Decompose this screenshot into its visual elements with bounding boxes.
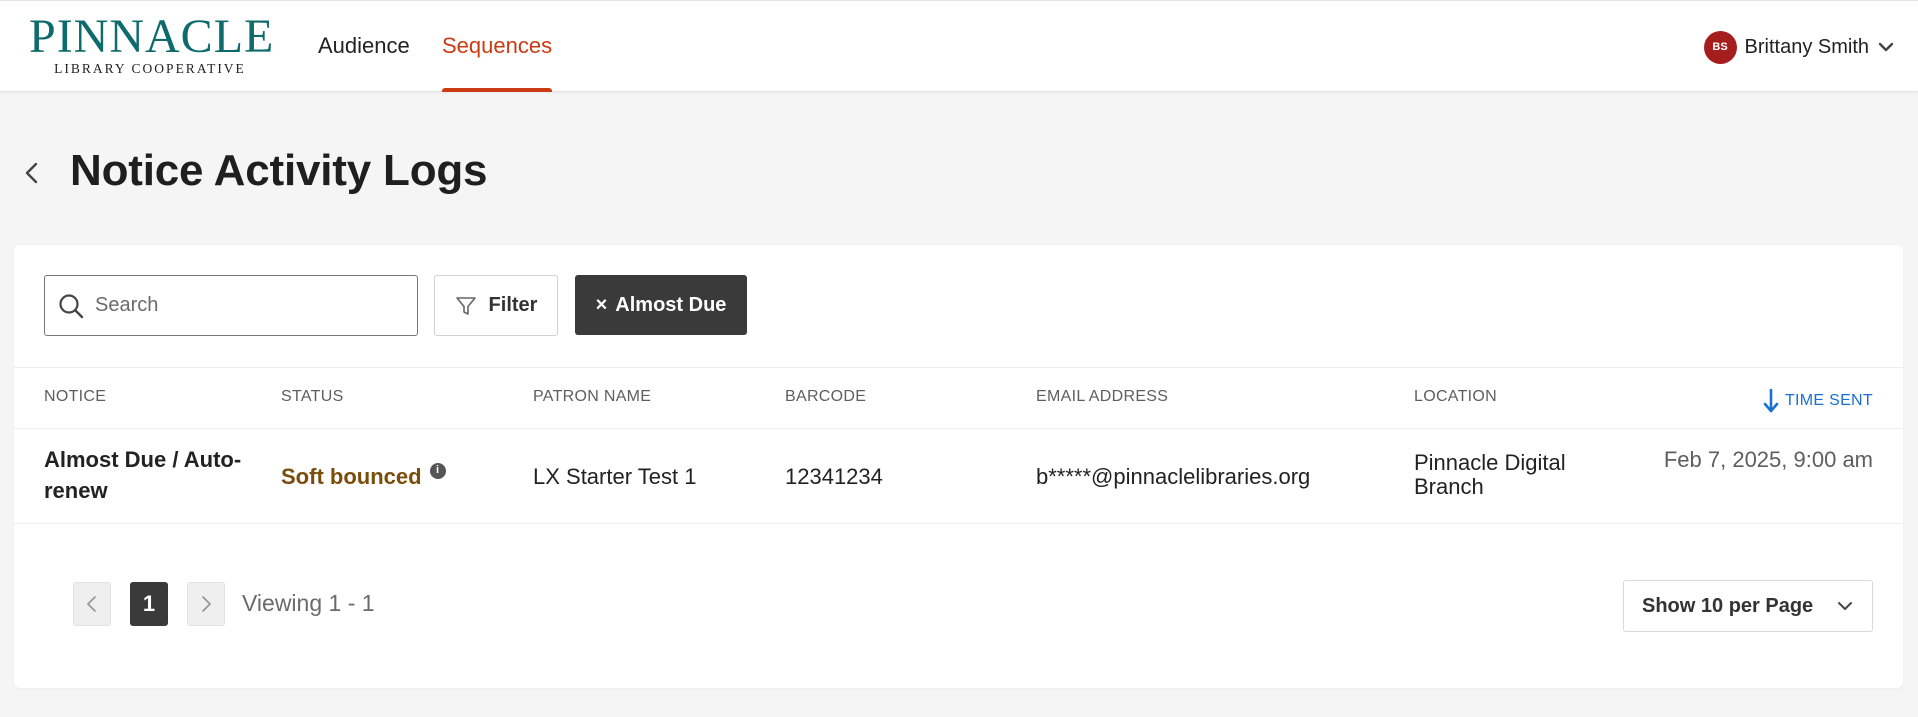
page-title: Notice Activity Logs (70, 146, 488, 195)
column-header-status[interactable]: STATUS (281, 388, 344, 406)
filter-button[interactable]: Filter (434, 275, 558, 336)
location-cell: Pinnacle Digital Branch (1414, 450, 1566, 499)
next-page-button[interactable] (187, 582, 225, 626)
search-icon (59, 293, 84, 318)
email-cell: b*****@pinnaclelibraries.org (1036, 464, 1311, 489)
barcode-cell: 12341234 (785, 464, 883, 489)
brand-subtitle: LIBRARY COOPERATIVE (54, 61, 246, 76)
divider (14, 523, 1903, 524)
funnel-icon (455, 296, 476, 315)
back-chevron-icon[interactable] (20, 158, 44, 188)
time-sent-label: TIME SENT (1784, 392, 1873, 409)
column-header-notice[interactable]: NOTICE (44, 388, 106, 406)
user-name: Brittany Smith (1744, 35, 1869, 58)
divider (14, 367, 1903, 368)
per-page-select[interactable]: Show 10 per Page (1623, 580, 1873, 632)
nav-tab-sequences[interactable]: Sequences (442, 1, 553, 92)
chip-label: Almost Due (615, 293, 727, 316)
brand-name: PINNACLE (29, 10, 275, 63)
column-header-barcode[interactable]: BARCODE (785, 388, 866, 406)
almost-due-filter-chip[interactable]: × Almost Due (575, 275, 747, 335)
chevron-right-icon (202, 596, 211, 612)
arrow-down-icon (1763, 388, 1779, 413)
avatar: BS (1703, 30, 1737, 64)
user-menu[interactable]: BS Brittany Smith (1703, 30, 1895, 64)
column-header-patron-name[interactable]: PATRON NAME (533, 388, 651, 406)
activity-log-card: Filter × Almost Due NOTICE STATUS PATRON… (14, 245, 1903, 688)
previous-page-button[interactable] (73, 582, 111, 626)
search-box[interactable] (44, 275, 418, 336)
status-cell: Soft bounced i (281, 462, 446, 491)
chevron-left-icon (87, 596, 96, 612)
nav-tab-audience[interactable]: Audience (318, 1, 410, 92)
notice-cell[interactable]: Almost Due / Auto-renew (44, 444, 270, 506)
per-page-label: Show 10 per Page (1642, 594, 1814, 617)
column-header-email[interactable]: EMAIL ADDRESS (1036, 388, 1168, 406)
chevron-down-icon (1838, 602, 1852, 610)
status-badge: Soft bounced (281, 464, 422, 489)
divider (14, 428, 1903, 429)
patron-name-cell: LX Starter Test 1 (533, 464, 697, 489)
top-bar: PINNACLE LIBRARY COOPERATIVE Audience Se… (0, 0, 1918, 92)
info-icon[interactable]: i (429, 462, 446, 479)
brand-logo[interactable]: PINNACLE LIBRARY COOPERATIVE (29, 10, 275, 81)
remove-filter-icon[interactable]: × (596, 294, 608, 317)
time-sent-cell: Feb 7, 2025, 9:00 am (1663, 447, 1873, 472)
column-header-time-sent[interactable]: TIME SENT (1763, 388, 1873, 414)
filter-label: Filter (488, 294, 538, 316)
viewing-count: Viewing 1 - 1 (242, 590, 375, 616)
page-button-current[interactable]: 1 (130, 582, 168, 626)
search-input[interactable] (95, 294, 395, 317)
column-header-location[interactable]: LOCATION (1414, 388, 1497, 406)
chevron-down-icon (1878, 42, 1894, 52)
